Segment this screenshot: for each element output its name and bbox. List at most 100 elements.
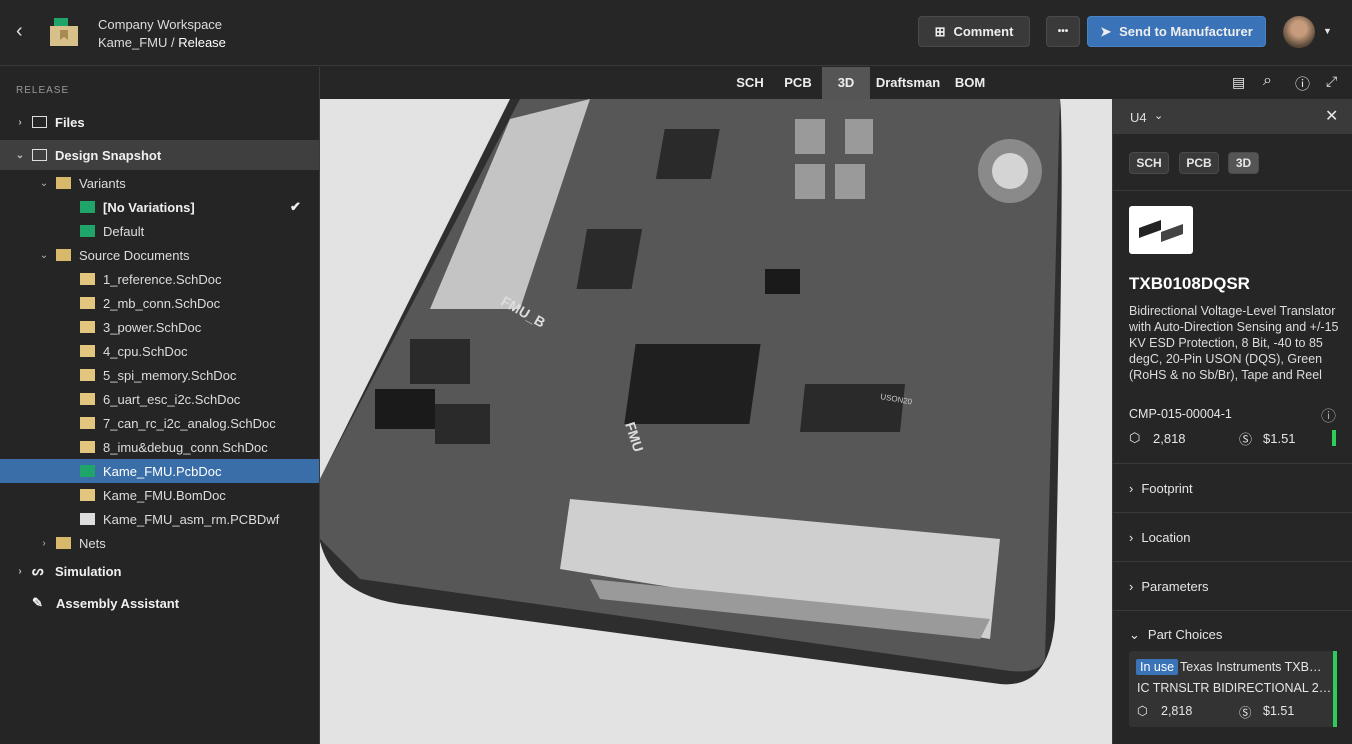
chevron-down-icon[interactable]: ⌄ bbox=[38, 178, 50, 189]
label: 4_cpu.SchDoc bbox=[103, 343, 188, 359]
tree-item-variants[interactable]: ⌄ Variants bbox=[0, 171, 319, 195]
designator-dropdown[interactable]: U4 bbox=[1130, 110, 1147, 125]
tree-item-nets[interactable]: › Nets bbox=[0, 531, 319, 555]
part-image bbox=[1129, 206, 1193, 254]
mcu-chip bbox=[624, 344, 761, 424]
send-label: Send to Manufacturer bbox=[1119, 24, 1253, 39]
label: Part Choices bbox=[1147, 627, 1223, 642]
part-number: TXB0108DQSR bbox=[1129, 274, 1250, 293]
chevron-right-icon: › bbox=[1129, 529, 1134, 545]
tree-item-design-snapshot[interactable]: ⌄ Design Snapshot bbox=[0, 140, 319, 170]
tree-item-doc[interactable]: 4_cpu.SchDoc bbox=[0, 339, 319, 363]
chevron-right-icon[interactable]: › bbox=[14, 566, 26, 577]
price: $1.51 bbox=[1263, 704, 1295, 718]
folder-icon bbox=[56, 537, 71, 549]
tree-item-simulation[interactable]: › ᔕ Simulation bbox=[0, 559, 319, 583]
avatar[interactable] bbox=[1283, 16, 1315, 48]
chevron-right-icon[interactable]: › bbox=[14, 117, 26, 128]
tab-draftsman[interactable]: Draftsman bbox=[872, 67, 944, 99]
section-footprint[interactable]: › Footprint bbox=[1113, 463, 1352, 512]
send-to-manufacturer-button[interactable]: ➤ Send to Manufacturer bbox=[1087, 16, 1266, 47]
price: $1.51 bbox=[1263, 431, 1296, 446]
tree-item-default[interactable]: Default bbox=[0, 219, 319, 243]
chevron-down-icon[interactable]: ⌄ bbox=[14, 150, 26, 161]
tree-item-assembly-assistant[interactable]: ✎ Assembly Assistant bbox=[0, 591, 319, 615]
schematic-doc-icon bbox=[80, 369, 95, 381]
tree-item-doc[interactable]: 1_reference.SchDoc bbox=[0, 267, 319, 291]
chip-pcb[interactable]: PCB bbox=[1179, 152, 1219, 174]
tree-item-doc[interactable]: Kame_FMU_asm_rm.PCBDwf bbox=[0, 507, 319, 531]
stock-status-bar bbox=[1332, 430, 1336, 446]
chevron-down-icon[interactable]: ⌄ bbox=[1154, 109, 1163, 122]
3d-viewport[interactable]: FMU_B FMU USON20 bbox=[320, 99, 1112, 744]
tree-item-doc[interactable]: 7_can_rc_i2c_analog.SchDoc bbox=[0, 411, 319, 435]
label: 6_uart_esc_i2c.SchDoc bbox=[103, 391, 241, 407]
tab-pcb[interactable]: PCB bbox=[776, 67, 820, 99]
tree-item-doc[interactable]: 2_mb_conn.SchDoc bbox=[0, 291, 319, 315]
tab-sch[interactable]: SCH bbox=[728, 67, 772, 99]
label: 8_imu&debug_conn.SchDoc bbox=[103, 439, 268, 455]
tree-item-doc[interactable]: 8_imu&debug_conn.SchDoc bbox=[0, 435, 319, 459]
chevron-right-icon: › bbox=[1129, 480, 1134, 496]
project-name[interactable]: Kame_FMU bbox=[98, 35, 167, 50]
send-icon: ➤ bbox=[1100, 23, 1112, 39]
label: Assembly Assistant bbox=[56, 595, 180, 611]
close-icon[interactable]: ✕ bbox=[1325, 106, 1338, 126]
comment-button[interactable]: ⊞ Comment bbox=[918, 16, 1030, 47]
in-use-badge: In use bbox=[1136, 659, 1179, 675]
release-label: Release bbox=[178, 35, 226, 50]
bom-doc-icon bbox=[80, 489, 95, 501]
label: Design Snapshot bbox=[55, 147, 162, 163]
section-parameters[interactable]: › Parameters bbox=[1113, 561, 1352, 610]
tree-item-files[interactable]: › Files bbox=[0, 110, 319, 134]
info-icon[interactable]: ⓘ bbox=[1295, 73, 1310, 94]
label: Nets bbox=[79, 535, 106, 551]
u4-chip bbox=[800, 384, 906, 432]
section-location[interactable]: › Location bbox=[1113, 512, 1352, 561]
folder-icon bbox=[56, 249, 71, 261]
tree-item-source-documents[interactable]: ⌄ Source Documents bbox=[0, 243, 319, 267]
draftsman-doc-icon bbox=[80, 513, 95, 525]
separator: / bbox=[167, 35, 179, 50]
label: Kame_FMU.BomDoc bbox=[103, 487, 226, 503]
label: Variants bbox=[79, 175, 126, 191]
info-icon[interactable]: ⓘ bbox=[1321, 405, 1336, 426]
schematic-doc-icon bbox=[80, 273, 95, 285]
choice-description: IC TRNSLTR BIDIRECTIONAL 2… bbox=[1137, 681, 1332, 695]
component-id: CMP-015-00004-1 bbox=[1129, 407, 1232, 421]
more-icon: ••• bbox=[1057, 26, 1069, 37]
tree-item-doc[interactable]: 3_power.SchDoc bbox=[0, 315, 319, 339]
chevron-down-icon[interactable]: ▼ bbox=[1323, 26, 1332, 36]
fullscreen-icon[interactable]: ⤢ bbox=[1326, 73, 1337, 90]
more-button[interactable]: ••• bbox=[1046, 16, 1080, 47]
chevron-right-icon: › bbox=[1129, 578, 1134, 594]
label: Location bbox=[1141, 529, 1191, 545]
tree-item-doc[interactable]: Kame_FMU.BomDoc bbox=[0, 483, 319, 507]
tree-item-no-variations[interactable]: [No Variations] ✔ bbox=[0, 195, 319, 219]
chip-sch[interactable]: SCH bbox=[1129, 152, 1169, 174]
part-choice-card[interactable]: In use Texas Instruments TXB… IC TRNSLTR… bbox=[1129, 651, 1337, 727]
panel-header: U4 ⌄ ✕ bbox=[1113, 99, 1352, 134]
chevron-down-icon: ⌄ bbox=[1129, 626, 1140, 642]
schematic-doc-icon bbox=[80, 297, 95, 309]
chevron-right-icon[interactable]: › bbox=[38, 538, 50, 549]
tab-3d[interactable]: 3D bbox=[822, 67, 870, 99]
sidebar: RELEASE › Files ⌄ Design Snapshot ⌄ Variant… bbox=[0, 67, 320, 744]
tree-item-doc[interactable]: 5_spi_memory.SchDoc bbox=[0, 363, 319, 387]
price-icon: Ⓢ bbox=[1239, 706, 1252, 720]
tree-item-pcbdoc-selected[interactable]: Kame_FMU.PcbDoc bbox=[0, 459, 319, 483]
tree-item-doc[interactable]: 6_uart_esc_i2c.SchDoc bbox=[0, 387, 319, 411]
comments-icon[interactable]: ▤ bbox=[1232, 74, 1245, 91]
search-icon[interactable]: ⌕ bbox=[1263, 72, 1272, 90]
variant-icon bbox=[80, 225, 95, 237]
chip-3d[interactable]: 3D bbox=[1228, 152, 1259, 174]
part-description: Bidirectional Voltage-Level Translator w… bbox=[1129, 304, 1339, 382]
comment-label: Comment bbox=[953, 24, 1014, 39]
chevron-down-icon[interactable]: ⌄ bbox=[38, 250, 50, 261]
back-icon[interactable]: ‹ bbox=[16, 20, 23, 43]
checkmark-icon: ✔ bbox=[290, 199, 301, 214]
folder-icon bbox=[32, 116, 47, 128]
tab-bom[interactable]: BOM bbox=[948, 67, 992, 99]
price-icon: Ⓢ bbox=[1239, 432, 1253, 447]
schematic-doc-icon bbox=[80, 441, 95, 453]
